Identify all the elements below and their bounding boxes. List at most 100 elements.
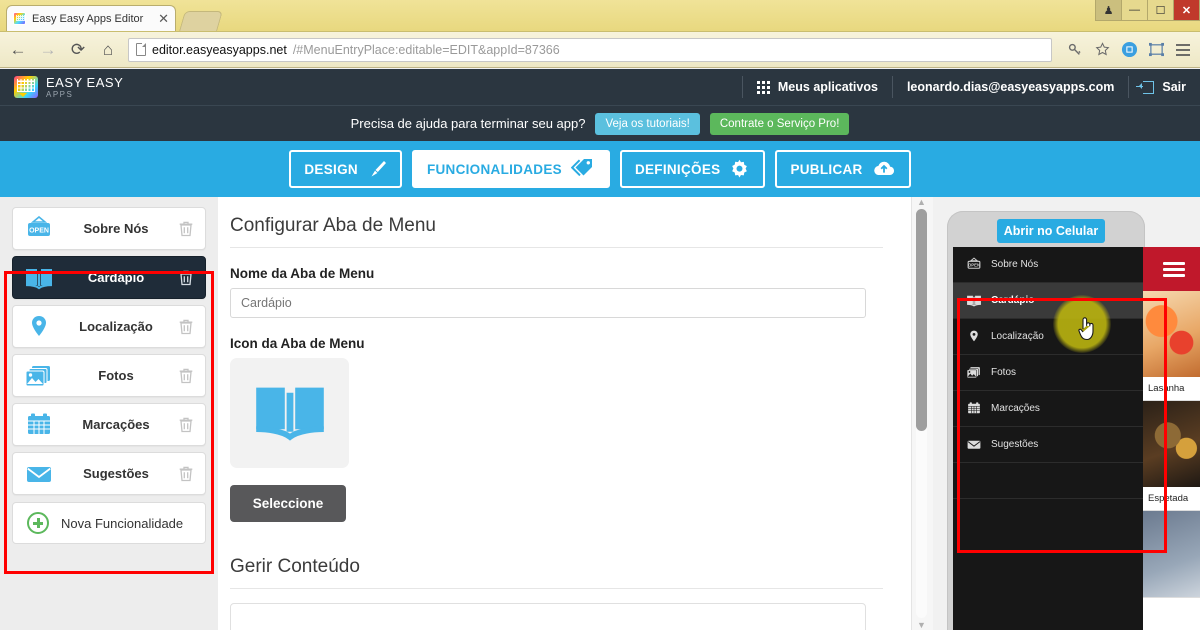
list-item[interactable]	[1143, 511, 1200, 598]
window-close-button[interactable]: ✕	[1173, 0, 1200, 21]
new-feature-button[interactable]: Nova Funcionalidade	[12, 502, 206, 544]
grid-apps-icon	[757, 81, 770, 94]
list-item[interactable]: Espetada	[1143, 401, 1200, 511]
tab-funcionalidades[interactable]: FUNCIONALIDADES	[412, 150, 610, 188]
reload-icon[interactable]: ⟳	[68, 40, 88, 60]
phone-screen: Lasanha Espetada OPEN	[953, 247, 1200, 630]
close-icon[interactable]: ✕	[158, 12, 169, 25]
sidebar-item-cardapio[interactable]: Cardápio	[12, 256, 206, 299]
user-email[interactable]: leonardo.dias@easyeasyapps.com	[892, 76, 1128, 98]
drawer-item-cardapio[interactable]: Cardápio	[953, 283, 1143, 319]
sidebar-item-label: Cardápio	[56, 270, 176, 285]
back-icon[interactable]: ←	[8, 40, 28, 60]
drawer-item-localizacao[interactable]: Localização	[953, 319, 1143, 355]
trash-icon[interactable]	[176, 319, 196, 335]
main-nav-tabs: DESIGN FUNCIONALIDADES DEFINIÇÕES PUBLIC…	[0, 141, 1200, 197]
hamburger-menu-icon[interactable]	[1163, 259, 1185, 280]
cast-frame-icon[interactable]	[1147, 41, 1165, 59]
photos-icon	[965, 364, 982, 381]
drawer-item-sobre-nos[interactable]: OPEN Sobre Nós	[953, 247, 1143, 283]
calendar-icon	[965, 400, 982, 417]
sidebar-item-sugestoes[interactable]: Sugestões	[12, 452, 206, 495]
tab-definicoes[interactable]: DEFINIÇÕES	[620, 150, 766, 188]
content-editor-box[interactable]	[230, 603, 866, 630]
open-book-icon	[22, 263, 56, 293]
food-name: Espetada	[1143, 487, 1200, 510]
editor-body: OPEN Sobre Nós Cardápio	[0, 197, 1200, 630]
pro-service-button[interactable]: Contrate o Serviço Pro!	[710, 113, 850, 135]
icon-field-label: Icon da Aba de Menu	[230, 336, 883, 351]
drawer-item-label: Marcações	[991, 403, 1040, 414]
minimize-button[interactable]: —	[1121, 0, 1148, 21]
select-icon-button[interactable]: Seleccione	[230, 485, 346, 522]
page-document-icon	[136, 43, 146, 56]
my-apps-button[interactable]: Meus aplicativos	[742, 76, 892, 98]
trash-icon[interactable]	[176, 221, 196, 237]
app-topbar	[1143, 247, 1200, 291]
app-content: Lasanha Espetada	[1143, 247, 1200, 630]
address-bar[interactable]: editor.easyeasyapps.net /#MenuEntryPlace…	[128, 38, 1052, 62]
open-on-mobile-button[interactable]: Abrir no Celular	[997, 219, 1105, 243]
list-item[interactable]: Lasanha	[1143, 291, 1200, 401]
key-icon[interactable]	[1066, 41, 1084, 59]
scroll-down-arrow[interactable]: ▼	[916, 620, 927, 630]
help-banner: Precisa de ajuda para terminar seu app? …	[0, 105, 1200, 141]
current-icon-preview[interactable]	[230, 358, 349, 468]
scroll-up-arrow[interactable]: ▲	[916, 197, 927, 207]
sidebar-item-label: Fotos	[56, 368, 176, 383]
sidebar-item-localizacao[interactable]: Localização	[12, 305, 206, 348]
gear-icon	[729, 159, 750, 180]
cloud-upload-icon	[872, 160, 896, 178]
tab-design[interactable]: DESIGN	[289, 150, 402, 188]
chrome-menu-icon[interactable]	[1174, 41, 1192, 59]
calendar-icon	[22, 410, 56, 440]
drawer-item-sugestoes[interactable]: Sugestões	[953, 427, 1143, 463]
tab-definicoes-label: DEFINIÇÕES	[635, 162, 721, 177]
tags-icon	[571, 158, 595, 180]
drawer-item-fotos[interactable]: Fotos	[953, 355, 1143, 391]
name-field-label: Nome da Aba de Menu	[230, 266, 883, 281]
maximize-button[interactable]: ☐	[1147, 0, 1174, 21]
svg-text:OPEN: OPEN	[967, 263, 979, 268]
my-apps-label: Meus aplicativos	[778, 80, 878, 94]
logout-button[interactable]: Sair	[1128, 76, 1200, 98]
trash-icon[interactable]	[176, 417, 196, 433]
tutorials-button[interactable]: Veja os tutoriais!	[595, 113, 699, 135]
user-email-label: leonardo.dias@easyeasyapps.com	[907, 80, 1114, 94]
page-title: Configurar Aba de Menu	[230, 215, 883, 248]
browser-tab[interactable]: Easy Easy Apps Editor ✕	[6, 5, 176, 31]
sidebar-item-sobre-nos[interactable]: OPEN Sobre Nós	[12, 207, 206, 250]
toolbar-icons	[1062, 41, 1192, 59]
tab-publicar[interactable]: PUBLICAR	[775, 150, 910, 188]
forward-icon[interactable]: →	[38, 40, 58, 60]
drawer-item-label: Sugestões	[991, 439, 1038, 450]
paintbrush-icon	[367, 160, 387, 178]
features-sidebar: OPEN Sobre Nós Cardápio	[0, 197, 218, 630]
url-path: /#MenuEntryPlace:editable=EDIT&appId=873…	[293, 43, 560, 57]
page-scrollbar[interactable]: ▲ ▼	[911, 197, 933, 630]
scrollbar-thumb[interactable]	[916, 209, 927, 431]
menu-tab-name-input[interactable]	[230, 288, 866, 318]
food-name: Lasanha	[1143, 377, 1200, 400]
logout-label: Sair	[1162, 80, 1186, 94]
drawer-item-label: Cardápio	[991, 295, 1034, 306]
drawer-item-marcacoes[interactable]: Marcações	[953, 391, 1143, 427]
logo-line-1: EASY EASY	[46, 76, 123, 89]
extension-command-icon[interactable]	[1120, 41, 1138, 59]
sidebar-item-marcacoes[interactable]: Marcações	[12, 403, 206, 446]
sidebar-item-fotos[interactable]: Fotos	[12, 354, 206, 397]
open-sign-icon: OPEN	[22, 214, 56, 244]
app-header-right: Meus aplicativos leonardo.dias@easyeasya…	[742, 69, 1200, 105]
trash-icon[interactable]	[176, 270, 196, 286]
trash-icon[interactable]	[176, 466, 196, 482]
envelope-icon	[22, 459, 56, 489]
user-profile-icon[interactable]: ♟	[1095, 0, 1122, 21]
home-icon[interactable]: ⌂	[98, 40, 118, 60]
food-photo	[1143, 401, 1200, 487]
bookmark-star-icon[interactable]	[1093, 41, 1111, 59]
new-tab-button[interactable]	[179, 11, 223, 31]
trash-icon[interactable]	[176, 368, 196, 384]
page-viewport: EASY EASY APPS Meus aplicativos leonardo…	[0, 69, 1200, 630]
app-logo[interactable]: EASY EASY APPS	[14, 76, 123, 99]
tab-title: Easy Easy Apps Editor	[32, 13, 152, 25]
